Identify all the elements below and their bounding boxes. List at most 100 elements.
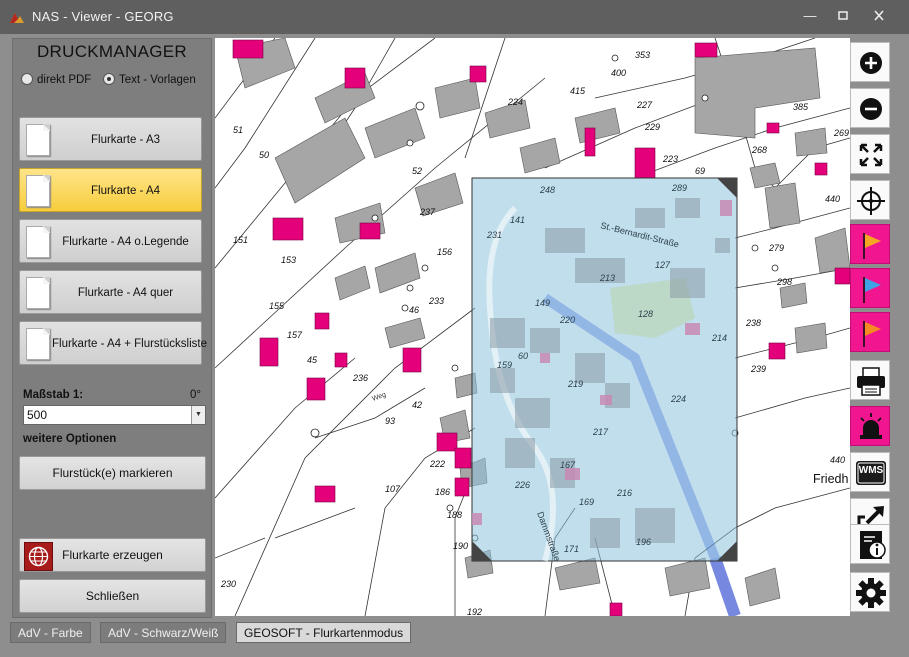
svg-text:159: 159 xyxy=(497,360,512,370)
template-label: Flurkarte - A4 quer xyxy=(77,287,174,299)
zoom-in-icon xyxy=(860,52,882,74)
template-button-a4[interactable]: Flurkarte - A4 xyxy=(19,168,202,212)
svg-text:167: 167 xyxy=(560,460,576,470)
svg-text:239: 239 xyxy=(750,364,766,374)
radio-dot-templates xyxy=(103,73,115,85)
maximize-icon xyxy=(838,11,848,20)
minimize-button[interactable]: — xyxy=(796,6,824,26)
info-button[interactable] xyxy=(850,524,890,564)
flag-orange-2-button[interactable] xyxy=(850,312,890,352)
template-label: Flurkarte - A4 + Flurstücksliste xyxy=(52,338,207,350)
svg-text:151: 151 xyxy=(233,235,248,245)
home-alarm-icon xyxy=(860,413,882,439)
svg-text:268: 268 xyxy=(751,145,767,155)
create-map-button[interactable]: Flurkarte erzeugen xyxy=(19,538,206,572)
scale-label: Maßstab 1: xyxy=(23,389,84,401)
tab-geosoft-flurkartenmodus[interactable]: GEOSOFT - Flurkartenmodus xyxy=(236,622,412,643)
svg-text:51: 51 xyxy=(233,125,243,135)
svg-text:237: 237 xyxy=(419,207,436,217)
svg-text:289: 289 xyxy=(671,183,687,193)
map-canvas[interactable]: 51 50 151 153 155 157 45 236 52 237 156 233 46 42… xyxy=(215,38,850,616)
svg-text:169: 169 xyxy=(579,497,594,507)
gear-icon xyxy=(856,578,886,608)
crosshair-button[interactable] xyxy=(850,180,890,220)
svg-text:46: 46 xyxy=(409,305,419,315)
scale-value: 500 xyxy=(27,408,48,422)
tab-adv-schwarz-weiss[interactable]: AdV - Schwarz/Weiß xyxy=(100,622,227,643)
svg-text:186: 186 xyxy=(435,487,450,497)
svg-text:216: 216 xyxy=(616,488,632,498)
svg-text:440: 440 xyxy=(825,194,840,204)
info-document-icon xyxy=(860,531,886,559)
svg-text:156: 156 xyxy=(437,247,452,257)
svg-text:69: 69 xyxy=(695,166,705,176)
svg-text:385: 385 xyxy=(793,102,809,112)
svg-text:127: 127 xyxy=(655,260,671,270)
svg-text:279: 279 xyxy=(768,243,784,253)
template-button-a4-landscape[interactable]: Flurkarte - A4 quer xyxy=(19,270,202,314)
cadastral-map[interactable]: 51 50 151 153 155 157 45 236 52 237 156 233 46 42… xyxy=(215,38,850,616)
document-icon xyxy=(26,226,50,258)
svg-text:400: 400 xyxy=(611,68,626,78)
blue-flag-icon xyxy=(863,277,881,303)
template-button-a3[interactable]: Flurkarte - A3 xyxy=(19,117,202,161)
svg-text:353: 353 xyxy=(635,50,650,60)
svg-text:223: 223 xyxy=(662,154,678,164)
panel-title: DRUCKMANAGER xyxy=(36,42,187,61)
close-panel-button[interactable]: Schließen xyxy=(19,579,206,613)
svg-text:171: 171 xyxy=(564,544,579,554)
print-frame[interactable]: 248 141 231 289 220 149 159 60 219 217 167 169 2… xyxy=(471,177,738,563)
tab-adv-farbe[interactable]: AdV - Farbe xyxy=(10,622,91,643)
svg-text:298: 298 xyxy=(776,277,792,287)
flag-orange-button[interactable] xyxy=(850,224,890,264)
zoom-in-button[interactable] xyxy=(850,42,890,82)
map-toolbar: WMS xyxy=(850,38,892,616)
settings-button[interactable] xyxy=(850,572,890,612)
orange-flag-icon xyxy=(863,321,881,347)
svg-text:217: 217 xyxy=(592,427,609,437)
svg-text:52: 52 xyxy=(412,166,422,176)
svg-text:226: 226 xyxy=(514,480,530,490)
svg-text:415: 415 xyxy=(570,86,586,96)
maximize-button[interactable] xyxy=(829,6,857,26)
svg-text:157: 157 xyxy=(287,330,303,340)
svg-text:188: 188 xyxy=(447,510,462,520)
svg-text:230: 230 xyxy=(220,579,236,589)
dropdown-arrow-icon[interactable]: ▼ xyxy=(191,406,205,424)
svg-text:224: 224 xyxy=(507,97,523,107)
wms-label: WMS xyxy=(858,465,884,476)
mark-parcels-button[interactable]: Flurstück(e) markieren xyxy=(19,456,206,490)
svg-text:141: 141 xyxy=(510,215,525,225)
svg-text:213: 213 xyxy=(599,273,615,283)
full-extent-button[interactable] xyxy=(850,134,890,174)
globe-icon xyxy=(24,542,53,571)
radio-templates-label: Text - Vorlagen xyxy=(119,74,196,86)
svg-text:93: 93 xyxy=(385,416,395,426)
template-button-a4-parcel-list[interactable]: Flurkarte - A4 + Flurstücksliste xyxy=(19,321,207,365)
template-button-a4-no-legend[interactable]: Flurkarte - A4 o.Legende xyxy=(19,219,202,263)
home-alarm-button[interactable] xyxy=(850,406,890,446)
map-label-friedh: Friedh xyxy=(813,472,849,486)
svg-text:238: 238 xyxy=(745,318,761,328)
flag-blue-button[interactable] xyxy=(850,268,890,308)
svg-text:229: 229 xyxy=(644,122,660,132)
svg-text:107: 107 xyxy=(385,484,401,494)
title-bar: NAS - Viewer - GEORG — xyxy=(0,0,909,34)
svg-text:222: 222 xyxy=(429,459,445,469)
template-label: Flurkarte - A3 xyxy=(90,134,161,146)
svg-text:155: 155 xyxy=(269,301,285,311)
svg-text:196: 196 xyxy=(636,537,651,547)
svg-text:60: 60 xyxy=(518,351,528,361)
wms-button[interactable]: WMS xyxy=(850,452,890,492)
rotation-value: 0° xyxy=(190,389,201,401)
print-button[interactable] xyxy=(850,360,890,400)
radio-direct-pdf[interactable]: direkt PDF xyxy=(21,73,91,86)
svg-text:149: 149 xyxy=(535,298,550,308)
close-button[interactable] xyxy=(865,6,893,26)
svg-text:248: 248 xyxy=(539,185,555,195)
create-map-label: Flurkarte erzeugen xyxy=(62,548,163,562)
radio-dot-pdf xyxy=(21,73,33,85)
scale-select[interactable]: 500 ▼ xyxy=(23,405,206,425)
radio-text-templates[interactable]: Text - Vorlagen xyxy=(103,73,196,86)
zoom-out-button[interactable] xyxy=(850,88,890,128)
